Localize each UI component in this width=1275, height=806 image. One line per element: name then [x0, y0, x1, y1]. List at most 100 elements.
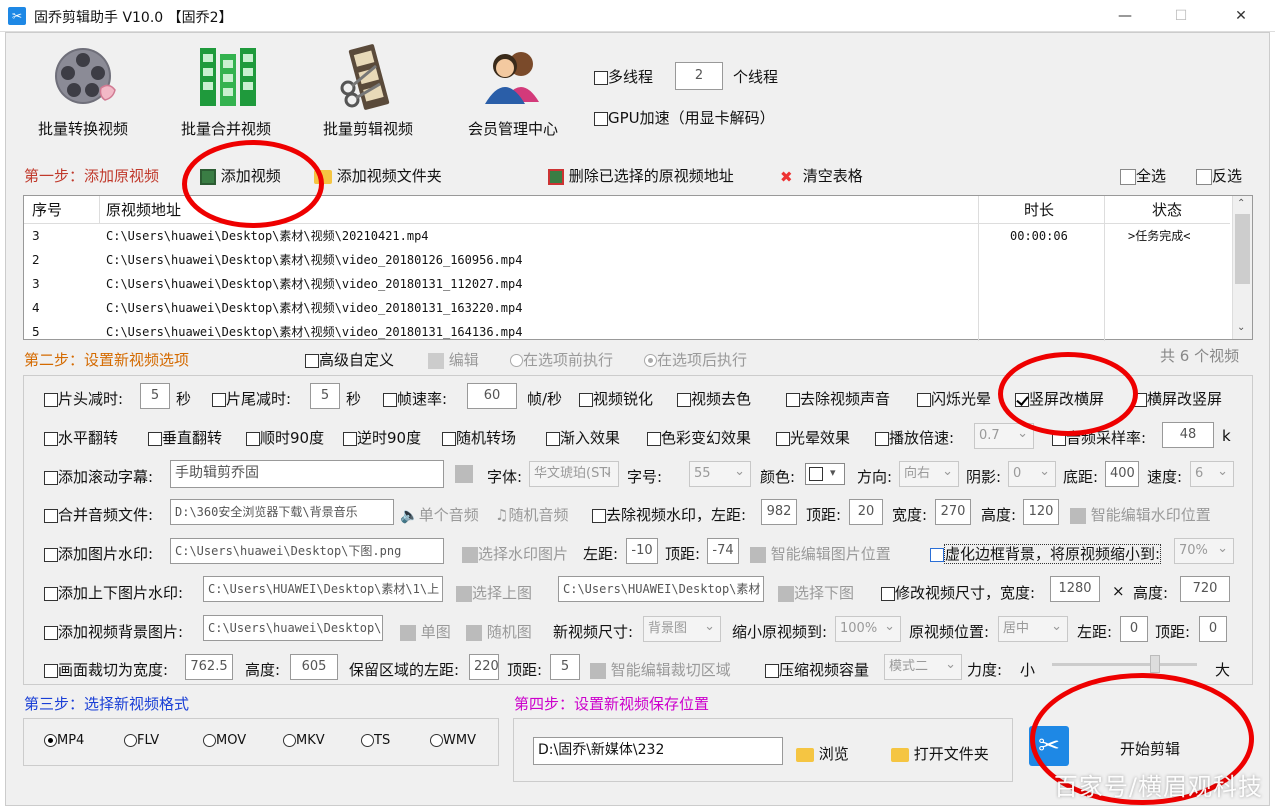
table-scrollbar[interactable]: ⌃ ⌄	[1232, 196, 1252, 339]
scroll-thumb[interactable]	[1235, 214, 1250, 284]
format-radio-mov[interactable]	[203, 734, 216, 747]
orig-pos-select[interactable]: 居中	[998, 616, 1068, 642]
tail-cut-option[interactable]: 片尾减时:	[212, 388, 291, 409]
output-path-input[interactable]: D:\固乔\新媒体\232	[533, 737, 783, 765]
desaturate-checkbox[interactable]	[677, 392, 691, 407]
select-bottom-button[interactable]: 选择下图	[778, 582, 854, 603]
sample-rate-option[interactable]: 音频采样率:	[1052, 427, 1146, 448]
keep-left-input[interactable]: 220	[469, 654, 499, 680]
format-option-ts[interactable]: TS	[361, 733, 390, 748]
sharpen-option[interactable]: 视频锐化	[579, 388, 653, 409]
table-row[interactable]: 3 C:\Users\huawei\Desktop\素材\视频\video_201…	[24, 272, 1230, 296]
speed-checkbox[interactable]	[875, 431, 889, 446]
crop-width-input[interactable]: 762.5	[185, 654, 233, 680]
vflip-option[interactable]: 垂直翻转	[148, 427, 222, 448]
sharpen-checkbox[interactable]	[579, 392, 593, 407]
rot-cw-checkbox[interactable]	[246, 431, 260, 446]
v2h-checkbox[interactable]	[1015, 392, 1029, 407]
merge-audio-checkbox[interactable]	[44, 508, 58, 523]
format-option-wmv[interactable]: WMV	[430, 733, 476, 748]
bg-img-checkbox[interactable]	[44, 625, 58, 640]
rm-height-input[interactable]: 120	[1023, 499, 1059, 525]
after-exec-radio[interactable]	[644, 354, 657, 367]
rm-top-input[interactable]: 20	[849, 499, 883, 525]
tb-wm-checkbox[interactable]	[44, 586, 58, 601]
compress-mode-select[interactable]: 模式二	[884, 654, 962, 680]
compress-option[interactable]: 压缩视频容量	[765, 659, 869, 680]
strength-slider-thumb[interactable]	[1150, 655, 1160, 673]
before-exec-radio[interactable]	[510, 354, 523, 367]
resize-width-input[interactable]: 1280	[1050, 576, 1100, 602]
speed-select[interactable]: 0.7	[974, 423, 1034, 449]
table-row[interactable]: 3 C:\Users\huawei\Desktop\素材\视频\20210421.…	[24, 224, 1230, 248]
resize-option[interactable]: 修改视频尺寸，宽度:	[881, 582, 1035, 603]
select-wm-img-button[interactable]: 选择水印图片	[462, 543, 568, 564]
delete-selected-button[interactable]: 删除已选择的原视频地址	[548, 165, 734, 186]
h2v-option[interactable]: 横屏改竖屏	[1133, 388, 1222, 409]
fade-in-option[interactable]: 渐入效果	[546, 427, 620, 448]
crop-checkbox[interactable]	[44, 663, 58, 678]
rot-ccw-checkbox[interactable]	[343, 431, 357, 446]
v2h-option[interactable]: 竖屏改横屏	[1015, 388, 1104, 409]
multithread-option[interactable]: 多线程	[594, 66, 653, 87]
bottom-input[interactable]: 400	[1105, 461, 1139, 487]
head-cut-checkbox[interactable]	[44, 392, 58, 407]
video-table[interactable]: 序号 原视频地址 时长 状态 3 C:\Users\huawei\Desktop\…	[23, 195, 1253, 341]
hflip-option[interactable]: 水平翻转	[44, 427, 118, 448]
before-exec-option[interactable]: 在选项前执行	[510, 349, 613, 370]
maximize-button[interactable]: ☐	[1168, 4, 1194, 28]
subtitle-edit-icon[interactable]	[455, 465, 473, 483]
rm-watermark-checkbox[interactable]	[592, 508, 606, 523]
merge-audio-option[interactable]: 合并音频文件:	[44, 504, 153, 525]
shadow-select[interactable]: 0	[1008, 461, 1056, 487]
blur-bg-checkbox[interactable]	[930, 547, 944, 562]
fps-option[interactable]: 帧速率:	[383, 388, 447, 409]
img-wm-input[interactable]: C:\Users\huawei\Desktop\下图.png	[170, 538, 444, 564]
rand-trans-option[interactable]: 随机转场	[442, 427, 516, 448]
flash-option[interactable]: 闪烁光晕	[917, 388, 991, 409]
fps-checkbox[interactable]	[383, 392, 397, 407]
close-button[interactable]: ✕	[1228, 4, 1254, 28]
format-radio-mp4[interactable]	[44, 734, 57, 747]
flash-checkbox[interactable]	[917, 392, 931, 407]
remove-audio-option[interactable]: 去除视频声音	[786, 388, 890, 409]
rand-audio-button[interactable]: ♫随机音频	[495, 504, 568, 525]
hflip-checkbox[interactable]	[44, 431, 58, 446]
resize-checkbox[interactable]	[881, 586, 895, 601]
halo-option[interactable]: 光晕效果	[776, 427, 850, 448]
head-cut-option[interactable]: 片头减时:	[44, 388, 123, 409]
rm-width-input[interactable]: 270	[935, 499, 971, 525]
h2v-checkbox[interactable]	[1133, 392, 1147, 407]
new-size-select[interactable]: 背景图	[643, 616, 721, 642]
strength-slider-track[interactable]	[1052, 663, 1197, 666]
bg-left-input[interactable]: 0	[1120, 616, 1148, 642]
gpu-option[interactable]: GPU加速（用显卡解码）	[594, 107, 775, 128]
speed-option[interactable]: 播放倍速:	[875, 427, 954, 448]
minimize-button[interactable]: —	[1112, 4, 1138, 28]
edit-button[interactable]: 编辑	[428, 349, 479, 370]
blur-select[interactable]: 70%	[1174, 538, 1234, 564]
compress-checkbox[interactable]	[765, 663, 779, 678]
add-video-button[interactable]: 添加视频	[200, 165, 281, 186]
scroll-sub-checkbox[interactable]	[44, 470, 58, 485]
bg-img-option[interactable]: 添加视频背景图片:	[44, 621, 183, 642]
open-folder-button[interactable]: 打开文件夹	[891, 743, 989, 764]
batch-edit-button[interactable]: 批量剪辑视频	[298, 42, 438, 142]
merge-audio-input[interactable]: D:\360安全浏览器下载\背景音乐	[170, 499, 394, 525]
rot-ccw-option[interactable]: 逆时90度	[343, 427, 421, 448]
crop-height-input[interactable]: 605	[290, 654, 338, 680]
format-option-mkv[interactable]: MKV	[283, 733, 325, 748]
bg-top-input[interactable]: 0	[1199, 616, 1227, 642]
fade-in-checkbox[interactable]	[546, 431, 560, 446]
scroll-sub-option[interactable]: 添加滚动字幕:	[44, 466, 153, 487]
smart-wm-button[interactable]: 智能编辑水印位置	[1070, 504, 1211, 525]
halo-checkbox[interactable]	[776, 431, 790, 446]
format-option-mov[interactable]: MOV	[203, 733, 246, 748]
browse-button[interactable]: 浏览	[796, 743, 849, 764]
single-audio-button[interactable]: 🔈单个音频	[400, 504, 479, 525]
batch-convert-button[interactable]: 批量转换视频	[13, 42, 153, 142]
tail-cut-checkbox[interactable]	[212, 392, 226, 407]
crop-option[interactable]: 画面裁切为宽度:	[44, 659, 168, 680]
add-folder-button[interactable]: 添加视频文件夹	[314, 165, 442, 186]
format-radio-ts[interactable]	[361, 734, 374, 747]
